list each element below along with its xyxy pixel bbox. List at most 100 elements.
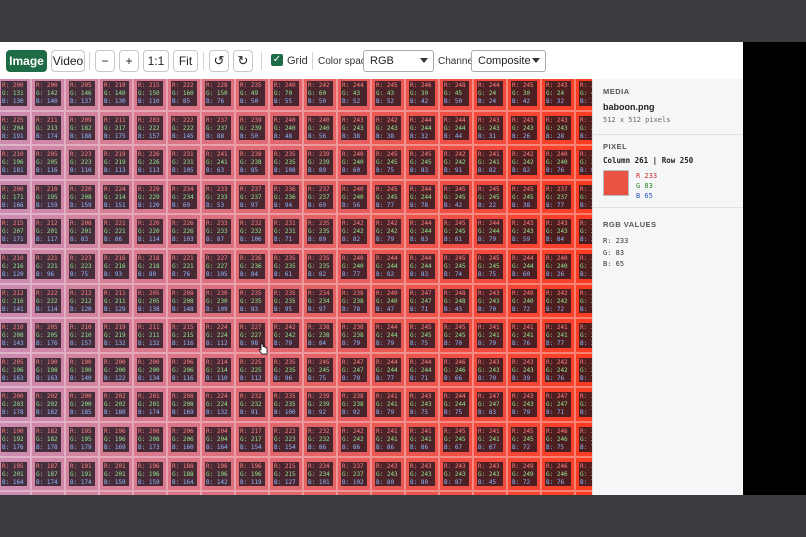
pixel-cell[interactable]: R: 211 G: 213 B: 174 xyxy=(31,110,65,146)
pixel-cell[interactable]: R: 241 G: 241 B: 86 xyxy=(405,421,439,457)
pixel-cell[interactable]: R: 243G: 243B: 75 xyxy=(405,387,439,422)
pixel-cell[interactable]: R: 241 G: 241 B: 67 xyxy=(473,421,507,457)
pixel-cell[interactable]: R: 224 G: 224 B: 132 xyxy=(201,387,235,422)
pixel-cell[interactable]: R: 223 G: 223 B: 154 xyxy=(269,421,303,457)
pixel-cell[interactable]: R: 195 G: 195 B: 179 xyxy=(65,421,99,457)
zoom-1to1-button[interactable]: 1:1 xyxy=(143,50,169,72)
pixel-cell[interactable]: R: 235 G: 235 B: 96 xyxy=(269,352,303,388)
pixel-cell[interactable]: R: 200 G: 131 B: 130 xyxy=(0,79,31,111)
pixel-cell[interactable]: R: 190 G: 190 B: 140 xyxy=(65,352,99,388)
pixel-cell[interactable]: R: 243 G: 24 B: 32 xyxy=(541,79,575,111)
pixel-cell[interactable]: R: 233 G: 233 B: 87 xyxy=(201,214,235,249)
pixel-cell[interactable]: R: 221 G: 221 B: 96 xyxy=(31,248,65,284)
pixel-cell[interactable]: R: 222 G: 222 B: 114 xyxy=(31,283,65,319)
pixel-cell[interactable]: R: 244 G: 244 B: 83 xyxy=(405,248,439,284)
pixel-cell[interactable]: R: 241 G: 241 B: 63 xyxy=(201,145,235,180)
pixel-cell[interactable]: R: 187 G: 187 B: 174 xyxy=(31,456,65,492)
pixel-cell[interactable]: R: 247G: 247B: 73 xyxy=(575,352,592,388)
pixel-cell[interactable]: R: 242 G: 242 B: 82 xyxy=(507,145,541,180)
pixel-cell[interactable]: R: 245G: 245B: 70 xyxy=(507,491,541,495)
pixel-cell[interactable]: R: 248 G: 45 B: 50 xyxy=(439,79,473,111)
pixel-cell[interactable]: R: 243G: 243B: 75 xyxy=(575,421,592,457)
pixel-cell[interactable]: R: 225 G: 225 B: 112 xyxy=(235,352,269,388)
pixel-cell[interactable]: R: 238 G: 238 B: 78 xyxy=(337,283,371,319)
pixel-cell[interactable]: R: 245 G: 245 B: 67 xyxy=(439,421,473,457)
pixel-cell[interactable]: R: 201 G: 201 B: 159 xyxy=(99,456,133,492)
pixel-cell[interactable]: R: 245 G: 245 B: 72 xyxy=(507,421,541,457)
pixel-cell[interactable]: R: 242 G: 242 B: 72 xyxy=(541,283,575,319)
pixel-cell[interactable]: R: 201 G: 201 B: 174 xyxy=(133,387,167,422)
pixel-cell[interactable]: R: 227 G: 227 B: 105 xyxy=(201,248,235,284)
pixel-cell[interactable]: R: 243 G: 243 B: 38 xyxy=(337,110,371,146)
pixel-cell[interactable]: R: 217 G: 217 B: 154 xyxy=(235,421,269,457)
pixel-cell[interactable]: R: 242 G: 242 B: 91 xyxy=(439,145,473,180)
zoom-out-button[interactable]: − xyxy=(95,50,115,72)
pixel-cell[interactable]: R: 246G: 246B: 76 xyxy=(541,456,575,492)
pixel-cell[interactable]: R: 215 G: 215 B: 116 xyxy=(167,318,201,353)
pixel-cell[interactable]: R: 212 G: 216 B: 141 xyxy=(0,283,31,319)
pixel-cell[interactable]: R: 242 G: 60 B: 50 xyxy=(303,79,337,111)
pixel-cell[interactable]: R: 245 G: 30 B: 42 xyxy=(507,79,541,111)
pixel-cell[interactable]: R: 224 G: 224 B: 112 xyxy=(201,318,235,353)
pixel-cell[interactable]: R: 200 G: 200 B: 122 xyxy=(99,352,133,388)
pixel-cell[interactable]: R: 243G: 243B: 28 xyxy=(541,110,575,146)
pixel-cell[interactable]: R: 210 G: 216 B: 120 xyxy=(0,248,31,284)
fit-button[interactable]: Fit xyxy=(173,50,198,72)
pixel-cell[interactable]: R: 243G: 243B: 28 xyxy=(575,110,592,146)
pixel-cell[interactable]: R: 246G: 246B: 70 xyxy=(541,491,575,495)
pixel-cell[interactable]: R: 221 G: 221 B: 86 xyxy=(99,214,133,249)
pixel-cell[interactable]: R: 200 G: 203 B: 178 xyxy=(0,387,31,422)
pixel-cell[interactable]: R: 212 G: 212 B: 120 xyxy=(65,283,99,319)
pixel-cell[interactable]: R: 240G: 240B: 27 xyxy=(575,248,592,284)
pixel-cell[interactable]: R: 243 G: 243 B: 70 xyxy=(473,283,507,319)
pixel-cell[interactable]: R: 231 G: 231 B: 105 xyxy=(167,145,201,180)
pixel-cell[interactable]: R: 244 G: 244 B: 71 xyxy=(405,352,439,388)
pixel-cell[interactable]: R: 210 G: 140 B: 130 xyxy=(99,79,133,111)
pixel-cell[interactable]: R: 239 G: 239 B: 92 xyxy=(303,387,337,422)
pixel-cell[interactable]: R: 196 G: 196 B: 119 xyxy=(235,456,269,492)
pixel-cell[interactable]: R: 235 G: 235 B: 82 xyxy=(303,248,337,284)
pixel-cell[interactable]: R: 188 G: 188 B: 164 xyxy=(167,456,201,492)
pixel-cell[interactable]: R: 245G: 245B: 76 xyxy=(575,283,592,319)
pixel-cell[interactable]: R: 243 G: 243 B: 79 xyxy=(507,387,541,422)
pixel-cell[interactable]: R: 244 G: 244 B: 44 xyxy=(439,110,473,146)
pixel-cell[interactable]: R: 238G: 238B: 86 xyxy=(575,145,592,180)
pixel-cell[interactable]: R: 205 G: 196 B: 163 xyxy=(0,352,31,388)
pixel-cell[interactable]: R: 200 G: 200 B: 185 xyxy=(65,387,99,422)
pixel-cell[interactable]: R: 245 G: 245 B: 74 xyxy=(439,248,473,284)
pixel-cell[interactable]: R: 240 G: 240 B: 47 xyxy=(371,283,405,319)
pixel-cell[interactable]: R: 239 G: 239 B: 50 xyxy=(235,110,269,146)
pixel-cell[interactable]: R: 241 G: 241 B: 76 xyxy=(507,318,541,353)
pixel-cell[interactable]: R: 190G: 195B: 170 xyxy=(0,491,31,495)
pixel-cell[interactable]: R: 247 G: 247 B: 71 xyxy=(541,387,575,422)
pixel-cell[interactable]: R: 245 G: 245 B: 77 xyxy=(371,179,405,215)
pixel-cell[interactable]: R: 230 G: 230 B: 109 xyxy=(201,283,235,319)
pixel-cell[interactable]: R: 238 G: 238 B: 92 xyxy=(337,387,371,422)
pixel-cell[interactable]: R: 236 G: 236 B: 94 xyxy=(269,179,303,215)
pixel-cell[interactable]: R: 211 G: 211 B: 129 xyxy=(99,283,133,319)
pixel-cell[interactable]: R: 241G: 241B: 22 xyxy=(575,318,592,353)
pixel-cell[interactable]: R: 241 G: 241 B: 86 xyxy=(371,421,405,457)
pixel-cell[interactable]: R: 243 G: 243 B: 80 xyxy=(405,456,439,492)
pixel-cell[interactable]: R: 222 G: 222 B: 145 xyxy=(167,110,201,146)
pixel-cell[interactable]: R: 241 G: 241 B: 77 xyxy=(541,318,575,353)
pixel-cell[interactable]: R: 237 G: 237 B: 97 xyxy=(235,179,269,215)
pixel-cell[interactable]: R: 238 G: 238 B: 85 xyxy=(235,145,269,180)
pixel-cell[interactable]: R: 182 G: 182 B: 178 xyxy=(31,421,65,457)
channel-select[interactable]: Composite xyxy=(471,50,546,72)
pixel-cell[interactable]: R: 244G: 244B: 70 xyxy=(473,491,507,495)
image-mode-button[interactable]: Image xyxy=(6,50,47,72)
pixel-cell[interactable]: R: 237G: 237B: 101 xyxy=(303,491,337,495)
pixel-cell[interactable]: R: 240 G: 240 B: 77 xyxy=(337,248,371,284)
pixel-cell[interactable]: R: 247 G: 247 B: 70 xyxy=(337,352,371,388)
pixel-cell[interactable]: R: 196 G: 196 B: 169 xyxy=(99,421,133,457)
pixel-cell[interactable]: R: 245 G: 245 B: 75 xyxy=(405,318,439,353)
pixel-cell[interactable]: R: 215 G: 150 B: 110 xyxy=(133,79,167,111)
pixel-cell[interactable]: R: 244 G: 244 B: 77 xyxy=(371,352,405,388)
pixel-grid-viewer[interactable]: R: 200 G: 131 B: 130 R: 200 G: 142 B: 140 R: 2… xyxy=(0,79,592,495)
pixel-cell[interactable]: R: 205G: 205B: 180 xyxy=(201,491,235,495)
rotate-left-icon[interactable]: ↺ xyxy=(209,50,229,72)
pixel-cell[interactable]: R: 241 G: 241 B: 82 xyxy=(473,145,507,180)
pixel-cell[interactable]: R: 235 G: 235 B: 61 xyxy=(269,248,303,284)
pixel-cell[interactable]: R: 244 G: 24 B: 24 xyxy=(473,79,507,111)
